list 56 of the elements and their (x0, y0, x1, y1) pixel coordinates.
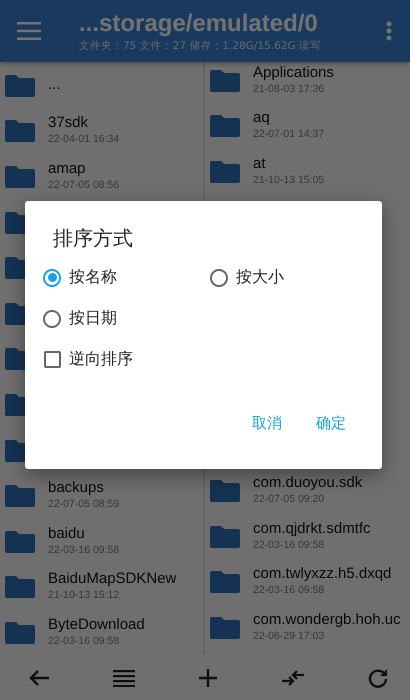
folder-icon[interactable] (5, 164, 35, 188)
radio-button[interactable] (210, 268, 228, 286)
storage-summary: 文件夹：75 文件：27 储存：1.28G/15.62G 读写 (79, 39, 322, 53)
cancel-button[interactable]: 取消 (244, 408, 290, 439)
ok-button[interactable]: 确定 (308, 408, 354, 439)
modified-date: 22-06-29 17:03 (253, 628, 326, 643)
folder-icon[interactable] (210, 614, 240, 639)
folder-name[interactable]: com.duoyou.sdk (253, 474, 362, 492)
folder-icon[interactable] (5, 118, 35, 142)
modified-date: 22-03-16 09:58 (48, 634, 120, 648)
folder-name[interactable]: com.twlyxzz.h5.dxqd (253, 565, 392, 584)
folder-name[interactable]: ByteDownload (48, 616, 145, 634)
checkbox[interactable] (44, 351, 61, 368)
folder-icon[interactable] (210, 524, 240, 548)
modified-date: 22-07-05 09:20 (253, 492, 326, 506)
folder-icon[interactable] (210, 68, 240, 92)
folder-name[interactable]: com.wondergb.hoh.uc (253, 610, 401, 629)
folder-icon[interactable] (5, 72, 35, 97)
reverse-sort-option[interactable]: 逆向排序 (43, 349, 133, 370)
modified-date: 21-10-13 15:12 (48, 588, 120, 602)
folder-icon[interactable] (210, 478, 240, 502)
folder-icon[interactable] (210, 569, 240, 594)
folder-name[interactable]: at (253, 154, 324, 173)
folder-name[interactable]: backups (48, 479, 120, 498)
folder-name[interactable]: aq (253, 109, 324, 128)
folder-icon[interactable] (210, 113, 240, 138)
modified-date: 22-03-16 09:58 (48, 542, 120, 557)
modified-date: 21-10-13 15:05 (253, 172, 324, 187)
radio-button[interactable] (43, 310, 61, 328)
folder-name[interactable]: amap (48, 160, 120, 178)
dialog-title: 排序方式 (53, 225, 134, 252)
folder-icon[interactable] (5, 528, 35, 553)
path-title: ...storage/emulated/0 (79, 9, 319, 39)
modified-date: 22-04-01 16:34 (48, 132, 120, 146)
folder-name[interactable]: baidu (48, 524, 120, 543)
more-icon[interactable] (386, 21, 392, 41)
radio-button[interactable] (43, 268, 61, 286)
modified-date: 22-07-05 08:59 (48, 497, 120, 512)
folder-icon[interactable] (5, 620, 35, 644)
sort-option[interactable]: 按大小 (210, 267, 284, 288)
sort-option[interactable]: 按日期 (43, 308, 117, 329)
folder-icon[interactable] (5, 574, 35, 598)
sort-option[interactable]: 按名称 (43, 267, 117, 288)
modified-date: 22-03-16 09:58 (253, 583, 326, 598)
folder-icon[interactable] (5, 483, 35, 508)
folder-name[interactable]: Applications (253, 64, 334, 82)
folder-name[interactable]: BaiduMapSDKNew (48, 570, 176, 588)
modified-date: 22-07-01 14:37 (253, 127, 324, 142)
folder-name[interactable]: ... (48, 76, 61, 94)
modified-date: 22-07-05 08:56 (48, 178, 120, 192)
menu-icon[interactable] (17, 22, 41, 40)
folder-icon[interactable] (210, 158, 240, 183)
modified-date: 21-08-03 17:36 (253, 82, 326, 96)
folder-name[interactable]: 37sdk (48, 114, 120, 132)
folder-name[interactable]: com.qjdrkt.sdmtfc (253, 520, 371, 538)
modified-date: 22-03-16 09:58 (253, 538, 326, 552)
